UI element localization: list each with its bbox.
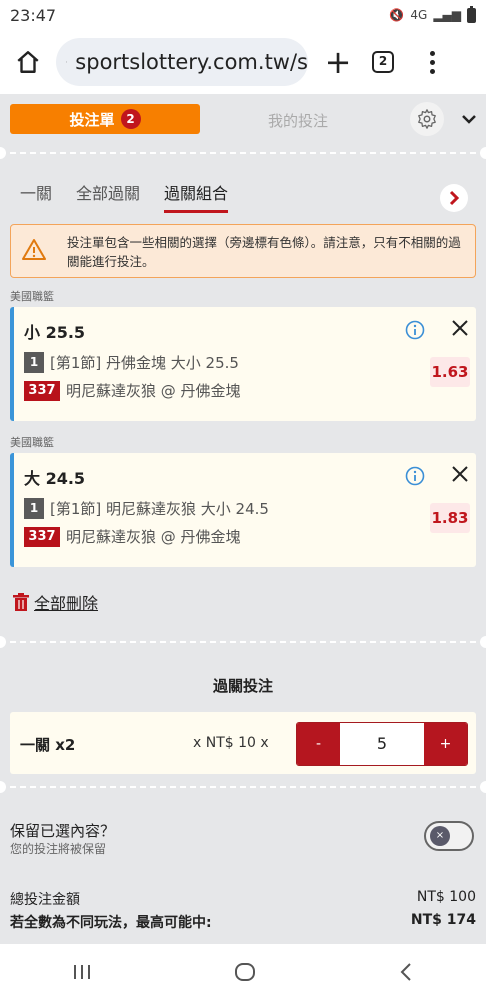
bet-selection-card: 大 24.5 1 [第1節] 明尼蘇達灰狼 大小 24.5 337 明尼蘇達灰狼… xyxy=(10,453,476,567)
selection-title: 大 24.5 xyxy=(24,469,86,488)
ticket-notch xyxy=(0,781,6,793)
mute-icon: 🔇 xyxy=(389,8,405,22)
quantity-input[interactable]: 5 xyxy=(340,723,424,765)
warning-text: 投注單包含一些相關的選擇（旁邊標有色條）。請注意，只有不相關的過關能進行投注。 xyxy=(67,235,461,269)
keep-selections-hint: 您的投注將被保留 xyxy=(10,842,107,856)
parlay-label: 一關 x2 xyxy=(20,736,76,754)
match-row: 337 明尼蘇達灰狼 @ 丹佛金塊 xyxy=(24,380,241,401)
status-icons: 🔇 4G ▂▄▆ xyxy=(389,5,476,23)
status-time: 23:47 xyxy=(10,5,57,25)
new-tab-button[interactable]: + xyxy=(316,40,360,84)
ticket-notch xyxy=(480,636,486,648)
toggle-off-icon: × xyxy=(430,826,450,846)
ticket-notch xyxy=(0,147,6,159)
parlay-section-title: 過關投注 xyxy=(212,677,273,695)
network-label: 4G xyxy=(410,8,428,22)
tabs-next-button[interactable] xyxy=(440,184,468,212)
max-payout-value: NT$ 174 xyxy=(410,912,476,928)
url-bar[interactable]: sportslottery.com.tw/s xyxy=(56,38,308,86)
match-text: 明尼蘇達灰狼 @ 丹佛金塊 xyxy=(66,528,241,546)
leg-number: 1 xyxy=(24,352,44,373)
increment-button[interactable]: + xyxy=(424,723,467,765)
chevron-down-icon[interactable] xyxy=(458,108,480,130)
delete-all-label: 全部刪除 xyxy=(34,594,99,613)
parlay-row: 一關 x2 x NT$ 10 x - 5 + xyxy=(10,712,476,774)
match-row: 337 明尼蘇達灰狼 @ 丹佛金塊 xyxy=(24,526,241,547)
bet-type-tabs: 一關 全部過關 過關組合 xyxy=(20,180,229,213)
total-stake-label: 總投注金額 xyxy=(10,892,80,908)
url-text: sportslottery.com.tw/s xyxy=(75,50,308,74)
tab-parlay-combo[interactable]: 過關組合 xyxy=(164,180,229,213)
market-row: 1 [第1節] 明尼蘇達灰狼 大小 24.5 xyxy=(24,498,269,519)
match-code: 337 xyxy=(24,526,60,547)
tab-single[interactable]: 一關 xyxy=(20,180,52,213)
selection-title: 小 25.5 xyxy=(24,323,86,342)
betslip-tab-label: 投注單 xyxy=(69,110,115,129)
divider xyxy=(0,786,486,788)
delete-all-button[interactable]: 全部刪除 xyxy=(12,590,98,614)
odds-value: 1.83 xyxy=(430,503,470,533)
quantity-stepper: - 5 + xyxy=(296,722,468,766)
match-code: 337 xyxy=(24,380,60,401)
home-nav-icon[interactable] xyxy=(234,961,256,983)
leg-number: 1 xyxy=(24,498,44,519)
unit-stake-label: x NT$ 10 x xyxy=(193,735,269,751)
max-payout-row: 若全數為不同玩法，最高可能中: NT$ 174 xyxy=(10,912,476,932)
league-label: 美國職籃 xyxy=(10,436,54,449)
tab-all-parlay[interactable]: 全部過關 xyxy=(76,180,140,213)
chevron-right-icon xyxy=(449,190,460,206)
tab-switcher-button[interactable]: 2 xyxy=(372,51,394,73)
tab-betslip[interactable]: 投注單 2 xyxy=(10,104,200,134)
market-text: [第1節] 丹佛金塊 大小 25.5 xyxy=(50,354,239,372)
settings-button[interactable] xyxy=(410,102,444,136)
keep-selections-label: 保留已選內容？ xyxy=(10,822,116,840)
match-text: 明尼蘇達灰狼 @ 丹佛金塊 xyxy=(66,382,241,400)
ticket-notch xyxy=(480,147,486,159)
close-icon[interactable] xyxy=(450,464,470,484)
keep-selections-toggle[interactable]: × xyxy=(424,821,474,851)
close-icon[interactable] xyxy=(450,318,470,338)
total-stake-row: 總投注金額 NT$ 100 xyxy=(10,889,476,909)
tab-my-bets[interactable]: 我的投注 xyxy=(268,110,328,131)
market-row: 1 [第1節] 丹佛金塊 大小 25.5 xyxy=(24,352,239,373)
total-stake-value: NT$ 100 xyxy=(416,889,476,905)
divider xyxy=(0,152,486,154)
decrement-button[interactable]: - xyxy=(297,723,340,765)
signal-icon: ▂▄▆ xyxy=(433,8,461,22)
max-payout-label: 若全數為不同玩法，最高可能中: xyxy=(10,915,212,931)
battery-icon xyxy=(467,5,476,23)
browser-toolbar: sportslottery.com.tw/s + 2 xyxy=(0,30,486,94)
info-icon[interactable] xyxy=(405,466,425,486)
back-icon[interactable] xyxy=(397,962,415,982)
betslip-count-badge: 2 xyxy=(120,109,141,129)
odds-value: 1.63 xyxy=(430,357,470,387)
betslip-header: 投注單 2 我的投注 xyxy=(0,94,486,144)
gear-icon xyxy=(418,109,436,129)
ticket-notch xyxy=(0,636,6,648)
system-nav-bar xyxy=(0,944,486,1000)
status-bar: 23:47 🔇 4G ▂▄▆ xyxy=(0,0,486,30)
trash-icon xyxy=(13,593,29,611)
recents-icon[interactable] xyxy=(71,963,93,981)
market-text: [第1節] 明尼蘇達灰狼 大小 24.5 xyxy=(50,500,269,518)
info-icon[interactable] xyxy=(405,320,425,340)
warning-icon xyxy=(22,239,46,260)
browser-menu-button[interactable] xyxy=(422,50,442,74)
ticket-notch xyxy=(480,781,486,793)
league-label: 美國職籃 xyxy=(10,290,54,303)
site-settings-icon[interactable] xyxy=(66,53,68,71)
divider xyxy=(0,641,486,643)
home-icon[interactable] xyxy=(8,42,48,82)
bet-selection-card: 小 25.5 1 [第1節] 丹佛金塊 大小 25.5 337 明尼蘇達灰狼 @… xyxy=(10,307,476,421)
related-selection-warning: 投注單包含一些相關的選擇（旁邊標有色條）。請注意，只有不相關的過關能進行投注。 xyxy=(10,224,476,278)
